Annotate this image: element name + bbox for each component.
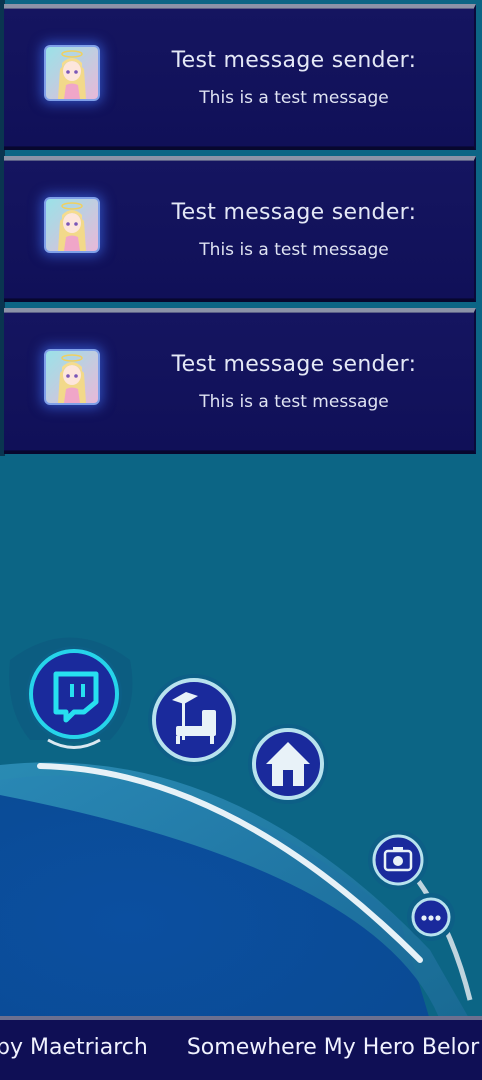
message-text: This is a test message <box>199 88 389 108</box>
message-sender: Test message sender: <box>171 200 417 225</box>
anime-girl-avatar-icon <box>44 349 100 405</box>
anime-girl-avatar-icon <box>44 45 100 101</box>
ticker-item: by Maetriarch <box>0 1035 148 1060</box>
ticker-item: Somewhere My Hero Belor <box>186 1035 480 1060</box>
now-playing-ticker: by Maetriarch Somewhere My Hero Belor <box>0 1016 482 1080</box>
more-icon <box>421 915 441 921</box>
message-text: This is a test message <box>199 392 389 412</box>
anime-girl-avatar-icon <box>44 197 100 253</box>
message-sender: Test message sender: <box>171 352 417 377</box>
message-card: Test message sender: This is a test mess… <box>4 308 476 454</box>
curved-dock <box>0 637 473 1020</box>
message-card: Test message sender: This is a test mess… <box>4 156 476 302</box>
message-card: Test message sender: This is a test mess… <box>4 4 476 150</box>
home-button[interactable] <box>248 724 328 804</box>
ticker-track: by Maetriarch Somewhere My Hero Belor <box>0 1035 482 1060</box>
chair-button[interactable] <box>148 674 240 766</box>
message-text: This is a test message <box>199 240 389 260</box>
message-sender: Test message sender: <box>171 48 417 73</box>
camera-button[interactable] <box>368 830 428 890</box>
more-button[interactable] <box>407 893 455 941</box>
